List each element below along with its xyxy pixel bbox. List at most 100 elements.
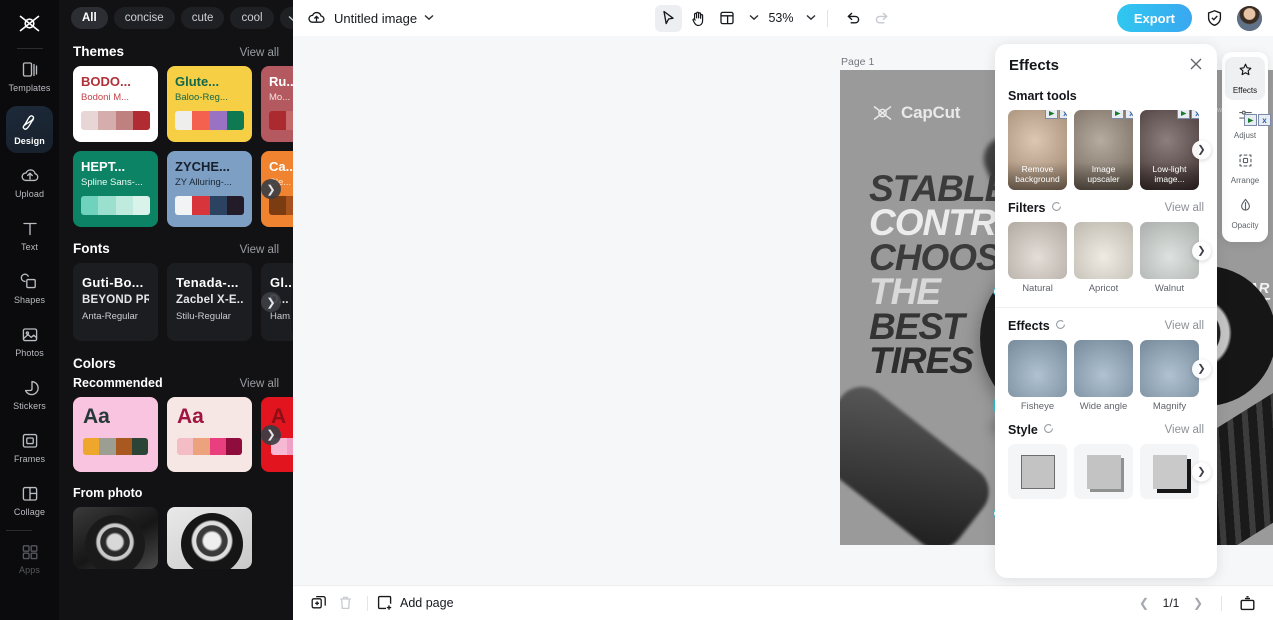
effect-card[interactable]: Fisheye <box>1008 340 1067 412</box>
filters-next-chevron-right-icon[interactable]: ❯ <box>1192 241 1211 261</box>
sidebar-item-shapes[interactable]: Shapes <box>6 265 53 312</box>
color-card-sample: Aa <box>177 405 204 428</box>
theme-card[interactable]: Glute... Baloo-Reg... <box>167 66 252 142</box>
colors-next-chevron-right-icon[interactable]: ❯ <box>261 424 281 445</box>
arrange-icon <box>1237 152 1254 174</box>
filter-card[interactable]: Walnut <box>1140 222 1199 294</box>
shield-check-icon[interactable] <box>1201 5 1228 32</box>
add-page-button[interactable]: Add page <box>377 595 454 611</box>
effects-next-chevron-right-icon[interactable]: ❯ <box>1192 359 1211 379</box>
filters-section: Filters View all Natural Apricot Walnut ❯ <box>995 201 1217 294</box>
sidebar-item-collage[interactable]: Collage <box>6 477 53 524</box>
sidebar-item-label: Templates <box>8 83 51 93</box>
smart-tool-card[interactable]: x Remove background <box>1008 110 1067 190</box>
color-card[interactable]: Aa <box>167 397 252 472</box>
thumbnail <box>1140 222 1199 279</box>
document-title-chevron-down-icon[interactable] <box>424 13 434 24</box>
effects-refresh-icon[interactable] <box>1055 319 1066 333</box>
chevron-left-icon[interactable]: ❮ <box>1133 592 1155 614</box>
fonts-next-chevron-right-icon[interactable]: ❯ <box>261 292 281 312</box>
zoom-level-value[interactable]: 53% <box>761 11 797 25</box>
hand-pan-icon[interactable] <box>684 5 711 32</box>
smart-tools-next-chevron-right-icon[interactable]: ❯ <box>1192 140 1211 160</box>
effect-card[interactable]: Wide angle <box>1074 340 1133 412</box>
duplicate-page-icon[interactable] <box>306 590 332 616</box>
sidebar-item-stickers[interactable]: Stickers <box>6 371 53 418</box>
right-rail-item-opacity[interactable]: Opacity <box>1225 192 1265 235</box>
chip-cool[interactable]: cool <box>230 7 274 29</box>
cursor-select-icon[interactable] <box>655 4 683 32</box>
filters-label: Filters <box>1008 201 1046 215</box>
sidebar-item-upload[interactable]: Upload <box>6 159 53 206</box>
themes-next-chevron-right-icon[interactable]: ❯ <box>261 179 281 199</box>
sidebar-item-photos[interactable]: Photos <box>6 318 53 365</box>
rail-divider <box>16 48 43 49</box>
thumbnail <box>1140 340 1199 397</box>
sidebar-item-apps[interactable]: Apps <box>6 535 53 582</box>
smart-tool-card[interactable]: x Low-light image... <box>1140 110 1199 190</box>
export-button[interactable]: Export <box>1116 4 1192 32</box>
cloud-sync-icon[interactable] <box>304 10 328 26</box>
panel-scroll-area[interactable]: Themes View all BODO... Bodoni M... Glute.… <box>59 35 293 620</box>
theme-card-subtitle: Baloo-Reg... <box>175 91 228 103</box>
smart-tool-card[interactable]: x Image upscaler <box>1074 110 1133 190</box>
capcut-logo-icon[interactable] <box>10 6 50 40</box>
document-title[interactable]: Untitled image <box>334 11 417 26</box>
theme-card[interactable]: BODO... Bodoni M... <box>73 66 158 142</box>
card-label: Magnify <box>1152 401 1187 412</box>
page-layout-icon[interactable] <box>713 5 740 32</box>
panel-collapse-handle[interactable]: ❮ <box>291 287 293 333</box>
filter-card[interactable]: Apricot <box>1074 222 1133 294</box>
right-rail-item-arrange[interactable]: Arrange <box>1225 147 1265 190</box>
right-rail-item-effects[interactable]: Effects <box>1225 57 1265 100</box>
chip-cute[interactable]: cute <box>180 7 225 29</box>
zoom-chevron-down-icon[interactable] <box>806 13 816 24</box>
chip-concise[interactable]: concise <box>113 7 175 29</box>
fonts-view-all[interactable]: View all <box>240 244 279 256</box>
photo-swatch-1[interactable] <box>73 507 158 569</box>
font-card[interactable]: Guti-Bo... BEYOND PRO... Anta-Regular <box>73 263 158 341</box>
effect-card[interactable]: Magnify <box>1140 340 1199 412</box>
theme-card[interactable]: HEPT... Spline Sans-... <box>73 151 158 227</box>
theme-card[interactable]: ZYCHE... ZY Alluring-... <box>167 151 252 227</box>
pages-grid-icon[interactable] <box>1234 590 1260 616</box>
themes-view-all[interactable]: View all <box>240 47 279 59</box>
filter-card[interactable]: Natural <box>1008 222 1067 294</box>
chevron-right-icon[interactable]: ❯ <box>1187 592 1209 614</box>
themes-row-2: HEPT... Spline Sans-... ZYCHE... ZY Allurin… <box>59 151 293 227</box>
add-page-icon <box>377 595 392 610</box>
style-next-chevron-right-icon[interactable]: ❯ <box>1192 462 1211 481</box>
filters-refresh-icon[interactable] <box>1051 201 1062 215</box>
undo-icon[interactable] <box>839 5 866 32</box>
theme-card[interactable]: Ru... Mo... <box>261 66 293 142</box>
sidebar-item-label: Stickers <box>13 401 46 411</box>
filters-row: Natural Apricot Walnut ❯ <box>1008 222 1211 294</box>
sidebar-item-templates[interactable]: Templates <box>6 53 53 100</box>
chip-all[interactable]: All <box>71 7 108 29</box>
style-refresh-icon[interactable] <box>1043 423 1054 437</box>
layout-chevron-down-icon[interactable] <box>749 13 759 24</box>
trash-icon[interactable] <box>332 590 358 616</box>
photo-swatch-2[interactable] <box>167 507 252 569</box>
filters-title: Filters <box>1008 201 1062 215</box>
right-rail-label: Opacity <box>1231 221 1259 230</box>
font-card[interactable]: Tenada-... Zacbel X-E... Stilu-Regular <box>167 263 252 341</box>
smart-tool-label: Remove background <box>1008 162 1067 190</box>
style-view-all[interactable]: View all <box>1165 424 1204 436</box>
user-avatar[interactable] <box>1237 5 1262 31</box>
style-card-outline[interactable] <box>1008 444 1067 499</box>
style-label: Style <box>1008 423 1038 437</box>
effects-view-all[interactable]: View all <box>1165 320 1204 332</box>
style-card-shadow-soft[interactable] <box>1074 444 1133 499</box>
recommended-view-all[interactable]: View all <box>240 378 279 390</box>
sidebar-item-frames[interactable]: Frames <box>6 424 53 471</box>
sidebar-item-design[interactable]: Design <box>6 106 53 153</box>
filters-view-all[interactable]: View all <box>1165 202 1204 214</box>
collage-icon <box>20 484 40 504</box>
sidebar-item-text[interactable]: Text <box>6 212 53 259</box>
redo-icon[interactable] <box>868 5 895 32</box>
close-icon[interactable] <box>1189 57 1203 74</box>
color-card[interactable]: Aa <box>73 397 158 472</box>
chip-more-chevron-down-icon[interactable] <box>279 7 293 29</box>
style-card-shadow-hard[interactable] <box>1140 444 1199 499</box>
